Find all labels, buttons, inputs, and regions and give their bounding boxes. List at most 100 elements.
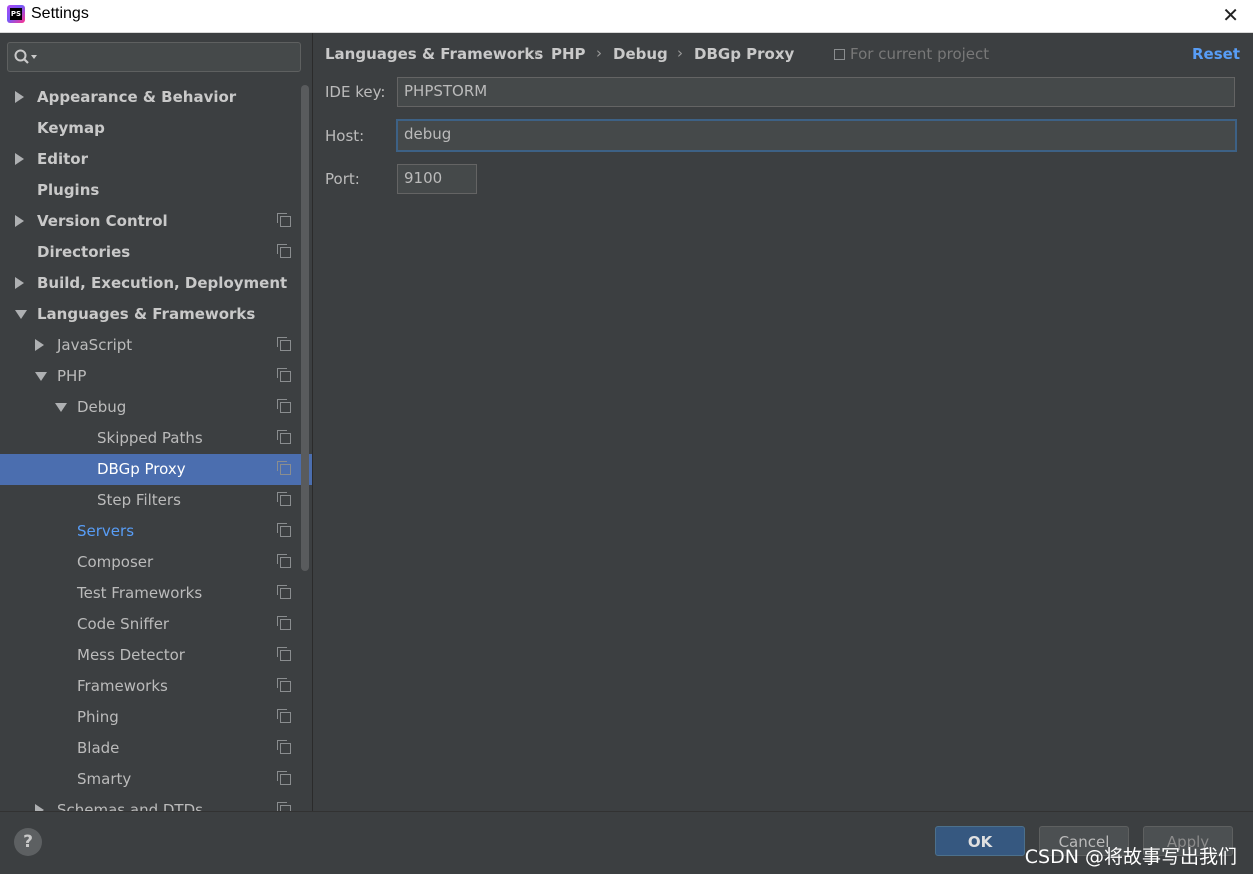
breadcrumb-item-current: DBGp Proxy: [694, 45, 795, 63]
sidebar-item-label: Directories: [37, 243, 131, 261]
sidebar-item-build-execution-deployment[interactable]: Build, Execution, Deployment: [0, 268, 312, 299]
ok-button[interactable]: OK: [935, 826, 1025, 856]
sidebar-item-label: Servers: [77, 522, 135, 540]
breadcrumb-separator: ›: [677, 44, 683, 62]
sidebar-item-label: PHP: [57, 367, 87, 385]
sidebar-item-label: Blade: [77, 739, 120, 757]
window-title: Settings: [31, 5, 89, 22]
sidebar-item-label: Composer: [77, 553, 154, 571]
phpstorm-logo-icon: PS: [7, 5, 25, 23]
collapsed-arrow-icon[interactable]: [35, 804, 44, 811]
collapsed-arrow-icon[interactable]: [15, 91, 24, 103]
expanded-arrow-icon[interactable]: [55, 403, 67, 412]
close-window-button[interactable]: ✕: [1222, 3, 1239, 27]
sidebar-item-frameworks[interactable]: Frameworks: [0, 671, 312, 702]
port-field[interactable]: 9100: [397, 164, 477, 194]
project-level-icon: [277, 585, 291, 599]
sidebar-item-javascript[interactable]: JavaScript: [0, 330, 312, 361]
sidebar-item-label: DBGp Proxy: [97, 460, 186, 478]
ide-key-field[interactable]: PHPSTORM: [397, 77, 1235, 107]
project-level-icon: [277, 523, 291, 537]
title-bar: PS Settings ✕: [0, 0, 1253, 33]
sidebar-item-label: Test Frameworks: [77, 584, 203, 602]
expanded-arrow-icon[interactable]: [35, 372, 47, 381]
host-label: Host:: [325, 127, 365, 145]
sidebar-item-editor[interactable]: Editor: [0, 144, 312, 175]
project-scope-icon: [834, 49, 845, 60]
sidebar-item-label: Phing: [77, 708, 119, 726]
settings-content: Languages & Frameworks › PHP › Debug › D…: [313, 33, 1253, 811]
sidebar-item-label: JavaScript: [57, 336, 133, 354]
sidebar-item-debug[interactable]: Debug: [0, 392, 312, 423]
project-level-icon: [277, 430, 291, 444]
sidebar-item-dbgp-proxy[interactable]: DBGp Proxy: [0, 454, 312, 485]
search-icon: [14, 49, 37, 64]
sidebar-item-test-frameworks[interactable]: Test Frameworks: [0, 578, 312, 609]
settings-sidebar: Appearance & Behavior Keymap Editor Plugins…: [0, 33, 312, 811]
project-level-icon: [277, 678, 291, 692]
sidebar-item-keymap[interactable]: Keymap: [0, 113, 312, 144]
project-level-icon: [277, 771, 291, 785]
project-level-icon: [277, 492, 291, 506]
sidebar-item-label: Smarty: [77, 770, 132, 788]
sidebar-item-smarty[interactable]: Smarty: [0, 764, 312, 795]
sidebar-item-phing[interactable]: Phing: [0, 702, 312, 733]
port-label: Port:: [325, 170, 360, 188]
sidebar-item-label: Step Filters: [97, 491, 181, 509]
sidebar-item-label: Editor: [37, 150, 88, 168]
settings-search-input[interactable]: [7, 42, 301, 72]
sidebar-item-appearance-behavior[interactable]: Appearance & Behavior: [0, 82, 312, 113]
breadcrumb-separator: ›: [534, 44, 540, 62]
breadcrumb-separator: ›: [596, 44, 602, 62]
expanded-arrow-icon[interactable]: [15, 310, 27, 319]
sidebar-item-label: Mess Detector: [77, 646, 185, 664]
sidebar-item-label: Build, Execution, Deployment: [37, 274, 288, 292]
project-level-icon: [277, 740, 291, 754]
sidebar-item-languages-frameworks[interactable]: Languages & Frameworks: [0, 299, 312, 330]
sidebar-item-label: Appearance & Behavior: [37, 88, 237, 106]
project-level-icon: [277, 244, 291, 258]
sidebar-item-php[interactable]: PHP: [0, 361, 312, 392]
sidebar-item-label: Schemas and DTDs: [57, 801, 203, 811]
project-level-icon: [277, 213, 291, 227]
sidebar-item-label: Plugins: [37, 181, 100, 199]
project-level-icon: [277, 647, 291, 661]
help-button[interactable]: ?: [14, 828, 42, 856]
sidebar-item-plugins[interactable]: Plugins: [0, 175, 312, 206]
sidebar-item-directories[interactable]: Directories: [0, 237, 312, 268]
sidebar-item-composer[interactable]: Composer: [0, 547, 312, 578]
sidebar-item-code-sniffer[interactable]: Code Sniffer: [0, 609, 312, 640]
sidebar-item-label: Keymap: [37, 119, 105, 137]
project-level-icon: [277, 368, 291, 382]
sidebar-item-blade[interactable]: Blade: [0, 733, 312, 764]
host-field[interactable]: debug: [396, 119, 1237, 152]
sidebar-item-schemas-and-dtds[interactable]: Schemas and DTDs: [0, 795, 312, 811]
ide-key-label: IDE key:: [325, 83, 386, 101]
sidebar-item-label: Code Sniffer: [77, 615, 170, 633]
project-level-icon: [277, 337, 291, 351]
collapsed-arrow-icon[interactable]: [15, 277, 24, 289]
sidebar-item-step-filters[interactable]: Step Filters: [0, 485, 312, 516]
collapsed-arrow-icon[interactable]: [15, 215, 24, 227]
scope-label: For current project: [850, 45, 990, 63]
project-level-icon: [277, 461, 291, 475]
sidebar-item-label: Languages & Frameworks: [37, 305, 256, 323]
sidebar-item-version-control[interactable]: Version Control: [0, 206, 312, 237]
sidebar-item-mess-detector[interactable]: Mess Detector: [0, 640, 312, 671]
breadcrumb-item: PHP: [551, 45, 586, 63]
sidebar-item-skipped-paths[interactable]: Skipped Paths: [0, 423, 312, 454]
sidebar-item-label: Skipped Paths: [97, 429, 203, 447]
sidebar-item-label: Frameworks: [77, 677, 168, 695]
sidebar-item-label: Version Control: [37, 212, 168, 230]
watermark-text: CSDN @将故事写出我们: [1024, 846, 1237, 868]
collapsed-arrow-icon[interactable]: [15, 153, 24, 165]
sidebar-item-servers[interactable]: Servers: [0, 516, 312, 547]
dialog-footer: ? OK Cancel Apply CSDN @将故事写出我们: [0, 811, 1253, 874]
breadcrumb-item: Debug: [613, 45, 668, 63]
collapsed-arrow-icon[interactable]: [35, 339, 44, 351]
project-level-icon: [277, 616, 291, 630]
sidebar-item-label: Debug: [77, 398, 127, 416]
project-level-icon: [277, 709, 291, 723]
reset-link[interactable]: Reset: [1192, 45, 1240, 63]
sidebar-scroll-thumb[interactable]: [301, 85, 309, 571]
